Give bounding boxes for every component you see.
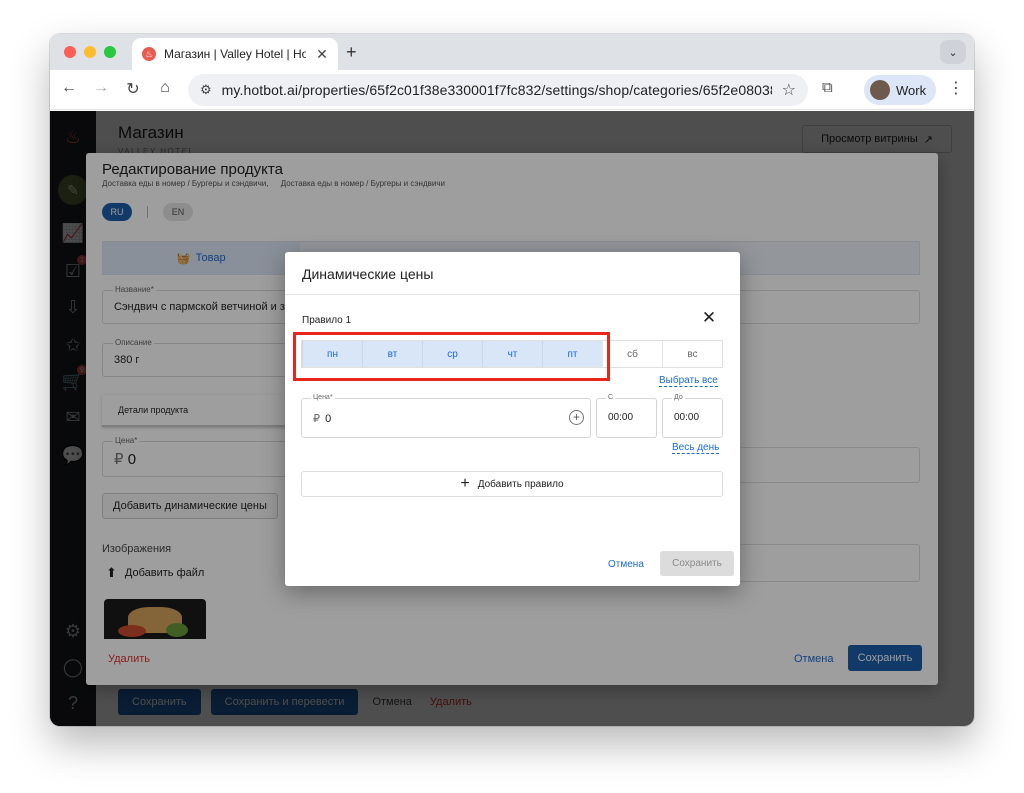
rule-price-currency: ₽ <box>313 413 320 425</box>
dynamic-prices-modal: Динамические цены Правило 1 ✕ пн вт ср ч… <box>285 252 740 586</box>
rule-price-field[interactable]: Цена* ₽ 0 + <box>301 394 591 438</box>
day-wednesday[interactable]: ср <box>422 341 482 367</box>
profile-label: Work <box>896 82 927 98</box>
url-text[interactable]: my.hotbot.ai/properties/65f2c01f38e33000… <box>222 82 772 98</box>
add-rule-label: Добавить правило <box>477 478 564 490</box>
time-to-value: 00:00 <box>674 412 700 423</box>
time-from-label: С <box>606 394 616 401</box>
address-bar[interactable]: ⚙ my.hotbot.ai/properties/65f2c01f38e330… <box>188 74 808 106</box>
time-from-field[interactable]: С 00:00 <box>596 394 657 438</box>
rule-price-value: 0 <box>325 413 332 425</box>
rule-price-label: Цена* <box>311 394 335 401</box>
avatar <box>870 80 890 100</box>
minimize-window-button[interactable] <box>84 46 96 58</box>
page-content: ♨ ✎ 📈 ☑ 1 ⇩ ✩ 🛒 9 ✉ 💬 ⚙ ◯ ? Магазин VALL… <box>50 111 974 726</box>
browser-toolbar: ← → ↻ ⌂ ⚙ my.hotbot.ai/properties/65f2c0… <box>50 70 974 110</box>
add-rule-button[interactable]: + Добавить правило <box>301 471 723 497</box>
time-from-value: 00:00 <box>608 412 634 423</box>
day-tuesday[interactable]: вт <box>362 341 422 367</box>
day-sunday[interactable]: вс <box>662 341 722 367</box>
all-day-link[interactable]: Весь день <box>672 442 720 454</box>
home-icon[interactable]: ⌂ <box>154 79 176 97</box>
divider <box>285 294 740 295</box>
hotbot-favicon-icon: ♨ <box>142 47 156 61</box>
browser-menu-icon[interactable]: ⋮ <box>948 78 964 98</box>
tab-bar: ♨ Магазин | Valley Hotel | Hotbot ✕ + ⌄ <box>50 34 974 70</box>
add-circle-icon[interactable]: + <box>569 410 584 425</box>
time-to-label: До <box>672 394 685 401</box>
reload-icon[interactable]: ↻ <box>122 79 144 99</box>
browser-tab[interactable]: ♨ Магазин | Valley Hotel | Hotbot ✕ <box>132 38 338 70</box>
select-all-link[interactable]: Выбрать все <box>659 375 718 387</box>
browser-window: ♨ Магазин | Valley Hotel | Hotbot ✕ + ⌄ … <box>50 34 974 726</box>
day-thursday[interactable]: чт <box>482 341 542 367</box>
new-tab-icon[interactable]: + <box>346 42 357 63</box>
zoom-window-button[interactable] <box>104 46 116 58</box>
day-saturday[interactable]: сб <box>602 341 662 367</box>
tab-title: Магазин | Valley Hotel | Hotbot <box>164 47 306 61</box>
profile-button[interactable]: Work <box>864 75 936 105</box>
modal-title: Динамические цены <box>302 266 434 282</box>
forward-arrow-icon[interactable]: → <box>90 79 112 97</box>
close-icon[interactable]: ✕ <box>699 308 719 328</box>
extensions-puzzle-icon[interactable]: ⧉ <box>822 79 833 96</box>
plus-icon: + <box>460 475 470 492</box>
modal-cancel-button[interactable]: Отмена <box>608 559 644 570</box>
back-arrow-icon[interactable]: ← <box>58 79 80 97</box>
time-to-field[interactable]: До 00:00 <box>662 394 723 438</box>
day-selector: пн вт ср чт пт сб вс <box>301 340 723 368</box>
modal-save-button[interactable]: Сохранить <box>660 551 734 576</box>
day-monday[interactable]: пн <box>302 341 362 367</box>
site-info-icon[interactable]: ⚙ <box>200 82 212 98</box>
rule-label: Правило 1 <box>302 315 352 326</box>
day-friday[interactable]: пт <box>542 341 602 367</box>
close-window-button[interactable] <box>64 46 76 58</box>
tab-search-chevron-icon[interactable]: ⌄ <box>940 40 966 64</box>
close-tab-icon[interactable]: ✕ <box>314 46 330 63</box>
bookmark-star-icon[interactable]: ☆ <box>782 80 796 100</box>
